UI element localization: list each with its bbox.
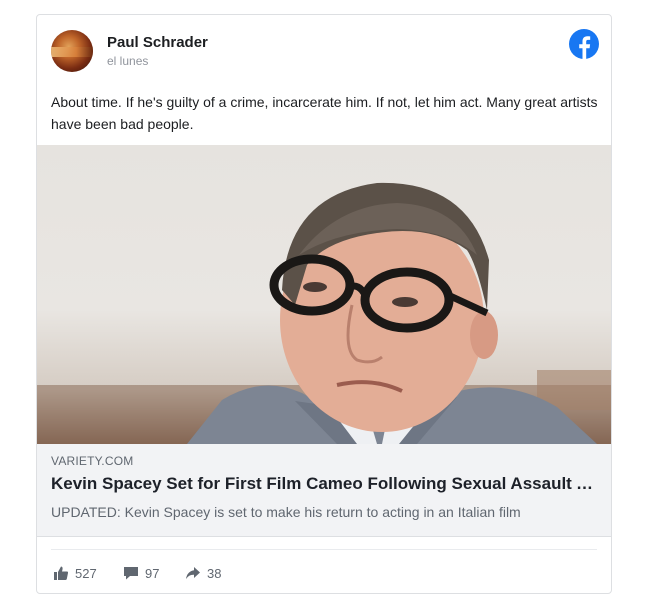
facebook-logo-icon[interactable] (569, 29, 599, 59)
share-arrow-icon (186, 567, 200, 579)
link-headline[interactable]: Kevin Spacey Set for First Film Cameo Fo… (51, 474, 599, 494)
post-header: Paul Schrader el lunes (51, 27, 599, 75)
thumbs-up-icon (54, 566, 69, 580)
facebook-post-card: Paul Schrader el lunes About time. If he… (36, 14, 612, 594)
shares-count: 38 (207, 565, 222, 581)
link-preview[interactable]: VARIETY.COM Kevin Spacey Set for First F… (37, 444, 611, 537)
post-footer: 527 97 38 (51, 549, 597, 593)
comment-icon (124, 567, 138, 580)
comments-count: 97 (145, 565, 160, 581)
likes-stat[interactable]: 527 (53, 565, 97, 581)
link-description: UPDATED: Kevin Spacey is set to make his… (51, 504, 521, 520)
comments-stat[interactable]: 97 (123, 565, 159, 581)
link-domain: VARIETY.COM (51, 454, 134, 468)
link-preview-image[interactable] (37, 145, 611, 444)
post-text: About time. If he's guilty of a crime, i… (51, 94, 598, 132)
author-avatar[interactable] (51, 30, 93, 72)
shares-stat[interactable]: 38 (185, 565, 221, 581)
post-timestamp[interactable]: el lunes (107, 54, 148, 68)
author-name[interactable]: Paul Schrader (107, 34, 208, 51)
likes-count: 527 (75, 565, 97, 581)
